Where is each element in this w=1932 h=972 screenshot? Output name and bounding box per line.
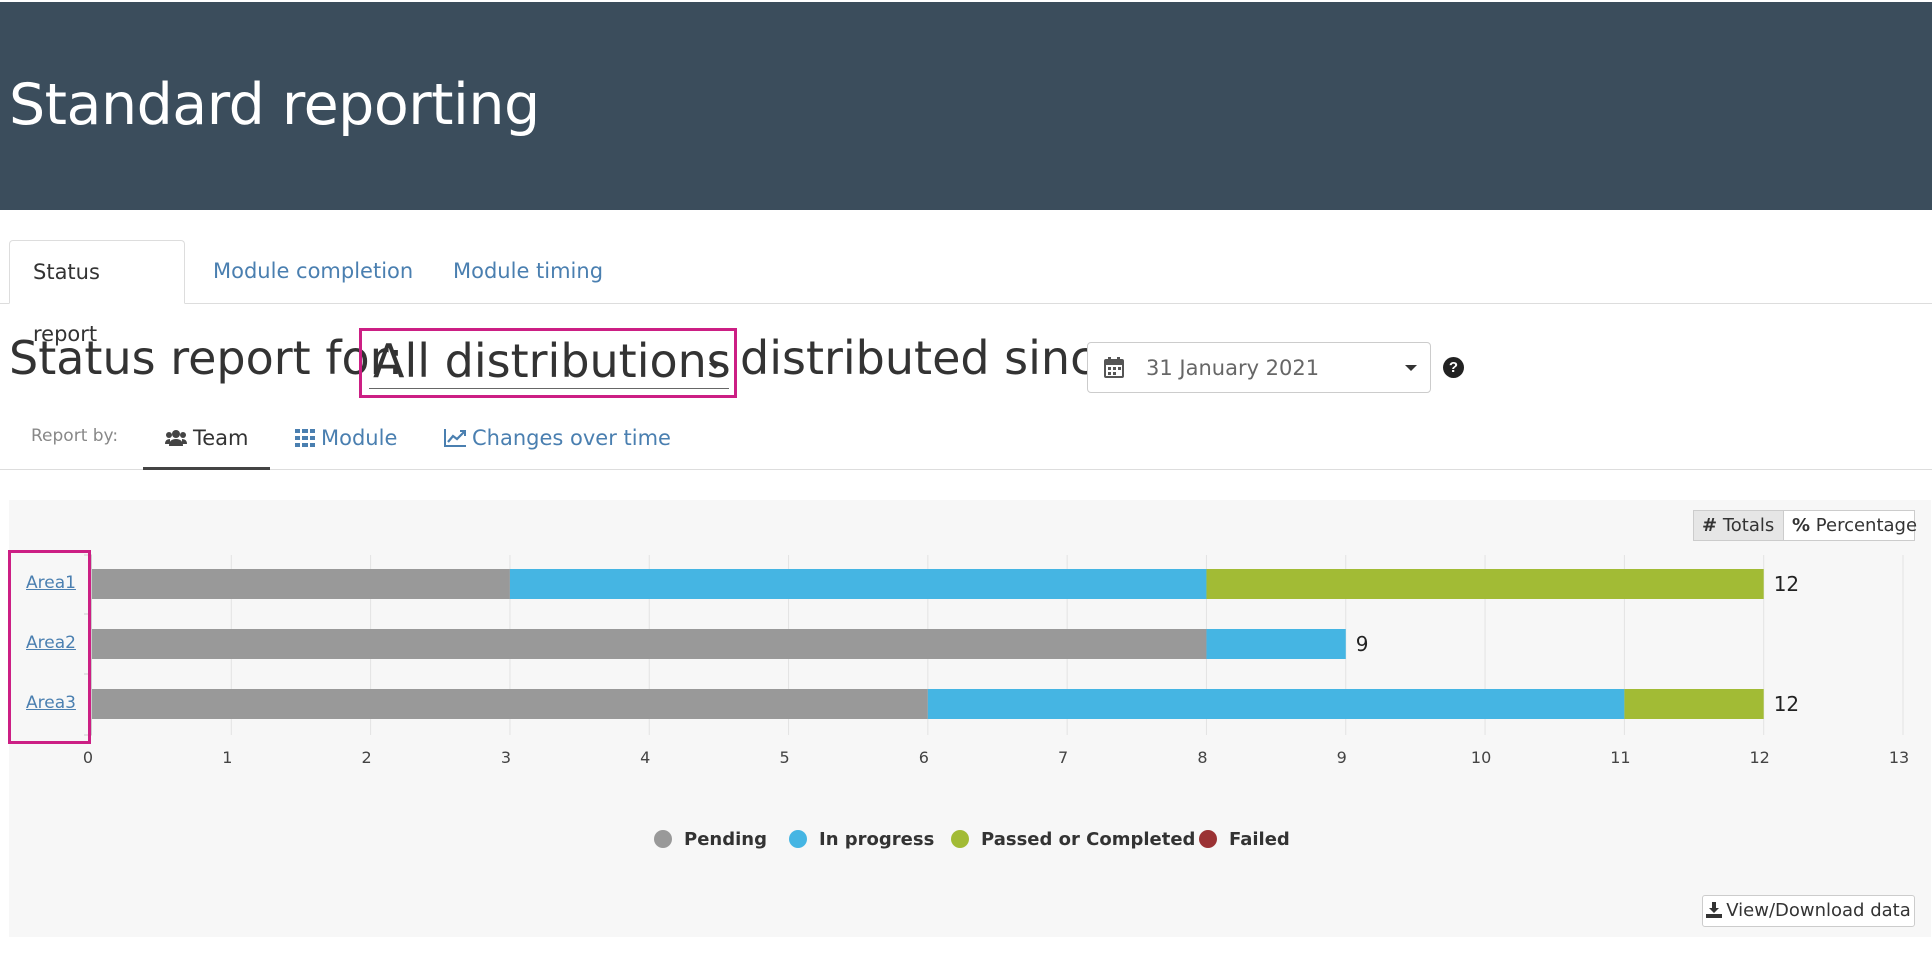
status-bar-chart: 0 1 2 3 4 5 6 7 8 9 10 11 12 1312912 [83, 554, 1909, 767]
x-tick-label: 4 [640, 748, 650, 767]
bar-segment [1206, 569, 1764, 599]
bar-total-label: 12 [1774, 692, 1799, 716]
legend-label-in-progress: In progress [819, 829, 935, 850]
x-tick-label: 10 [1471, 748, 1491, 767]
x-tick-label: 12 [1750, 748, 1770, 767]
pending-swatch [654, 830, 672, 848]
x-tick-label: 7 [1058, 748, 1068, 767]
x-tick-label: 1 [222, 748, 232, 767]
legend-item-failed[interactable]: Failed [1199, 829, 1290, 853]
x-tick-label: 6 [919, 748, 929, 767]
bar-segment [92, 629, 1207, 659]
download-label: View/Download data [1726, 900, 1911, 921]
failed-swatch [1199, 830, 1217, 848]
passed-swatch [951, 830, 969, 848]
legend-label-passed: Passed or Completed [981, 829, 1196, 850]
x-tick-label: 3 [501, 748, 511, 767]
legend-label-pending: Pending [684, 829, 767, 850]
x-tick-label: 5 [779, 748, 789, 767]
area-link-area1[interactable]: Area1 [26, 573, 76, 593]
x-tick-label: 13 [1889, 748, 1909, 767]
bar-segment [1624, 689, 1764, 719]
legend-item-pending[interactable]: Pending [654, 829, 767, 853]
x-tick-label: 8 [1197, 748, 1207, 767]
legend-item-in-progress[interactable]: In progress [789, 829, 934, 853]
download-icon [1706, 902, 1723, 918]
bar-segment [1206, 629, 1346, 659]
legend-label-failed: Failed [1229, 829, 1290, 850]
x-tick-label: 2 [362, 748, 372, 767]
bar-segment [509, 569, 1207, 599]
view-download-data-button[interactable]: View/Download data [1702, 895, 1915, 927]
x-tick-label: 11 [1610, 748, 1630, 767]
in-progress-swatch [789, 830, 807, 848]
x-tick-label: 9 [1337, 748, 1347, 767]
bar-segment [92, 569, 510, 599]
bar-total-label: 12 [1774, 572, 1799, 596]
x-tick-label: 0 [83, 748, 93, 767]
legend-item-passed[interactable]: Passed or Completed [951, 829, 1195, 853]
bar-segment [927, 689, 1625, 719]
area-link-area3[interactable]: Area3 [26, 693, 76, 713]
bar-segment [92, 689, 928, 719]
area-link-area2[interactable]: Area2 [26, 633, 76, 653]
bar-total-label: 9 [1356, 632, 1369, 656]
